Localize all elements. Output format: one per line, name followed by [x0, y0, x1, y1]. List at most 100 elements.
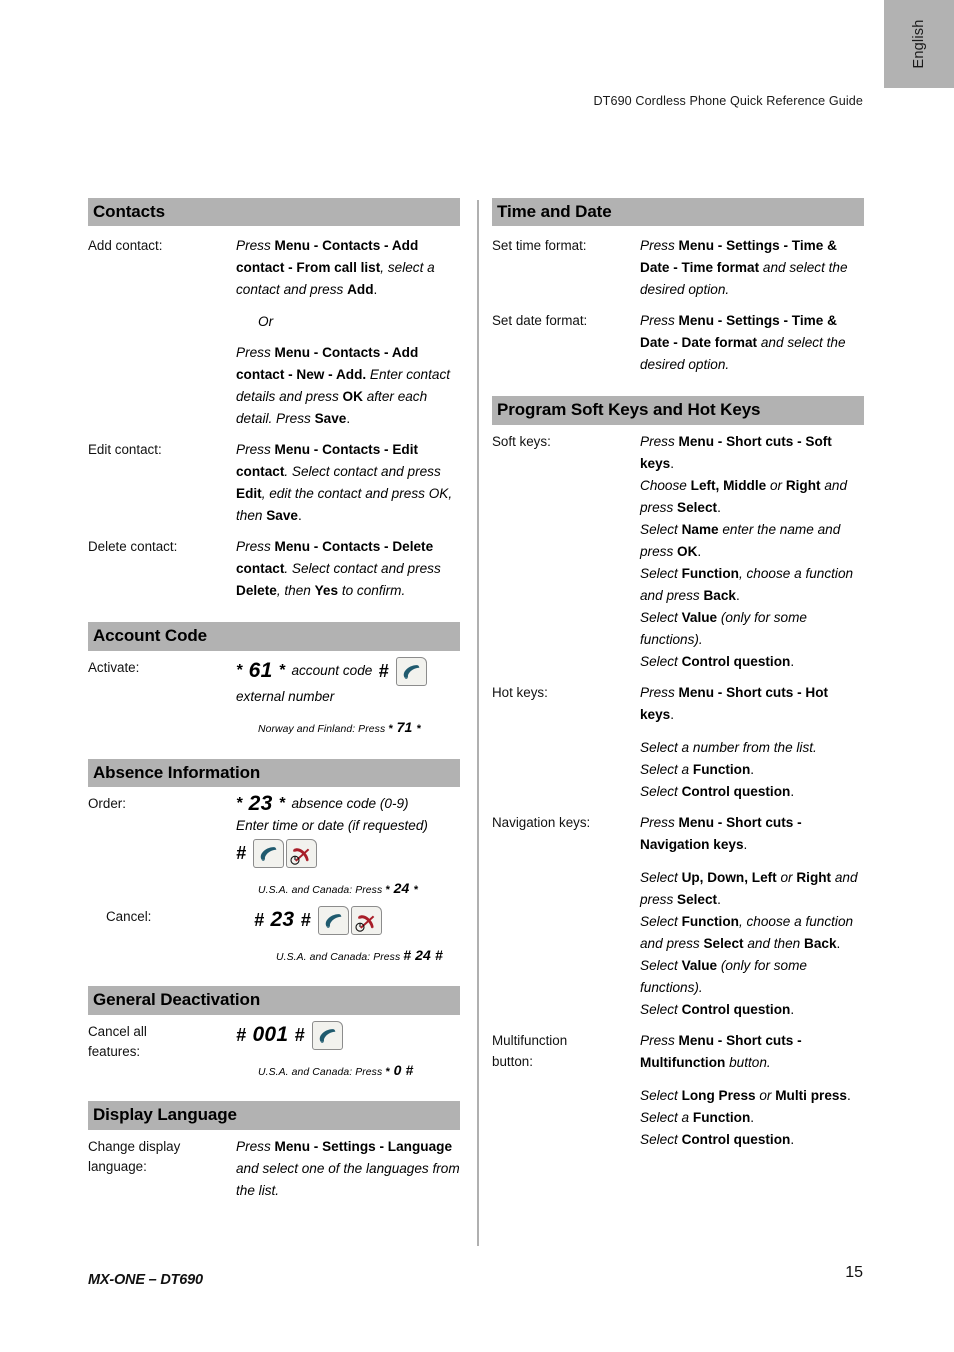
text-run: .	[717, 891, 721, 907]
note-code: # 24 #	[403, 946, 443, 963]
text-run-bold: Select	[703, 935, 744, 951]
text-run: Press	[236, 238, 275, 254]
row-label-line2: button:	[492, 1053, 533, 1069]
code-star: *	[278, 661, 286, 679]
dial-code-subline: Enter time or date (if requested)	[236, 818, 428, 834]
row-value: Press Menu - Short cuts - Soft keys. Cho…	[640, 431, 864, 673]
row-label-line2: features:	[88, 1044, 141, 1060]
text-run: Press	[640, 1032, 679, 1048]
text-run: Select	[640, 609, 682, 625]
code-descriptor: account code	[291, 663, 373, 679]
text-run: Press	[236, 539, 275, 555]
text-run: Select	[640, 783, 682, 799]
text-run-bold: Function	[681, 913, 739, 929]
text-run: Select	[640, 565, 682, 581]
code-hash: #	[254, 909, 265, 930]
row-value: Press Menu - Short cuts - Hot keys. Sele…	[640, 682, 864, 803]
code-hash: #	[378, 660, 389, 681]
text-run: Select	[640, 521, 682, 537]
text-run-bold: Control question	[681, 1001, 791, 1017]
text-run-bold: Right	[796, 869, 832, 885]
text-run-bold: Save	[266, 508, 298, 524]
row-value: Press Menu - Contacts - Delete contact. …	[236, 536, 460, 602]
offhook-key-icon	[312, 1020, 343, 1050]
code-star: *	[278, 794, 286, 812]
text-run: Select	[640, 913, 682, 929]
right-column: Time and Date Set time format: Press Men…	[492, 198, 864, 1151]
row-delete-contact: Delete contact: Press Menu - Contacts - …	[88, 536, 460, 602]
text-run: .	[847, 1088, 851, 1104]
instruction-line: Press Menu - Short cuts - Soft keys.	[640, 431, 864, 475]
code-number: 23	[248, 792, 273, 816]
text-run: .	[373, 282, 378, 298]
text-run: or	[776, 869, 797, 885]
text-run-bold: Select	[677, 499, 718, 515]
row-label: Cancel:	[106, 908, 152, 924]
dial-code-line: * 61 * account code #	[236, 656, 460, 686]
text-run: or	[755, 1088, 776, 1104]
text-run-bold: Edit	[236, 486, 262, 502]
section-header-time-and-date: Time and Date	[492, 198, 864, 227]
section-header-general-deactivation: General Deactivation	[88, 986, 460, 1015]
text-run: .	[346, 411, 351, 427]
code-hash: #	[236, 1024, 247, 1045]
text-run: Press	[640, 814, 679, 830]
dial-code-line: # 23 #	[254, 905, 460, 935]
instruction-line: Select Value (only for some functions).	[640, 607, 864, 651]
section-header-program-keys: Program Soft Keys and Hot Keys	[492, 396, 864, 425]
row-value: # 23 # U.S.A. and Canada: Press # 24 #	[254, 905, 460, 967]
code-number: 23	[270, 907, 295, 931]
text-run-bold: Function	[681, 565, 739, 581]
text-run-bold: Menu - Settings - Language	[274, 1138, 453, 1154]
regional-note: Norway and Finland: Press * 71 *	[236, 716, 460, 739]
text-run-bold: Control question	[681, 653, 791, 669]
text-run: Select	[640, 653, 682, 669]
text-run: Choose	[640, 477, 691, 493]
note-code: * 24 *	[385, 879, 418, 896]
text-run: Select	[640, 1001, 682, 1017]
text-run: .	[735, 587, 740, 603]
text-run-bold: Multi press	[775, 1088, 847, 1104]
text-run: to confirm.	[338, 583, 406, 599]
code-hash: #	[236, 842, 247, 863]
text-run-bold: Control question	[681, 1132, 791, 1148]
row-label: Soft keys:	[492, 433, 551, 449]
text-run: Select a	[640, 761, 693, 777]
code-number: 001	[252, 1023, 289, 1047]
text-run-bold: Back	[703, 587, 736, 603]
instruction-line: Select a number from the list.	[640, 737, 864, 759]
row-activate-account-code: Activate: * 61 * account code # external…	[88, 656, 460, 739]
code-descriptor: absence code (0-9)	[291, 796, 409, 812]
code-number: 61	[248, 659, 273, 683]
text-run: .	[670, 706, 675, 722]
code-star: *	[236, 661, 243, 679]
row-hot-keys: Hot keys: Press Menu - Short cuts - Hot …	[492, 682, 864, 803]
row-label: Order:	[88, 796, 126, 812]
onhook-key-icon	[351, 905, 383, 935]
text-run: and then	[743, 935, 805, 951]
left-column: Contacts Add contact: Press Menu - Conta…	[88, 198, 460, 1202]
note-code: * 0 #	[385, 1061, 414, 1078]
text-run-bold: Long Press	[681, 1088, 756, 1104]
text-run-bold: Function	[692, 761, 751, 777]
row-value: Press Menu - Short cuts - Navigation key…	[640, 812, 864, 1021]
code-star: *	[236, 794, 243, 812]
text-run-bold: OK	[677, 543, 698, 559]
row-value: Press Menu - Settings - Time & Date - Da…	[640, 310, 864, 376]
text-run: .	[790, 1001, 795, 1017]
instruction-line: Choose Left, Middle or Right and press S…	[640, 475, 864, 519]
regional-note: U.S.A. and Canada: Press * 0 #	[236, 1059, 460, 1082]
text-run: Select	[640, 957, 682, 973]
code-hash: #	[294, 1024, 305, 1045]
row-set-time-format: Set time format: Press Menu - Settings -…	[492, 235, 864, 301]
section-header-contacts: Contacts	[88, 198, 460, 227]
row-label: Hot keys:	[492, 684, 548, 700]
text-run: .	[750, 1110, 755, 1126]
text-run-bold: Delete	[236, 583, 277, 599]
row-navigation-keys: Navigation keys: Press Menu - Short cuts…	[492, 812, 864, 1021]
dial-code-line: #	[236, 838, 460, 868]
row-value: Press Menu - Settings - Time & Date - Ti…	[640, 235, 864, 301]
note-prefix: Norway and Finland: Press	[258, 724, 389, 736]
row-label: Navigation keys:	[492, 814, 591, 830]
section-header-absence-information: Absence Information	[88, 758, 460, 788]
